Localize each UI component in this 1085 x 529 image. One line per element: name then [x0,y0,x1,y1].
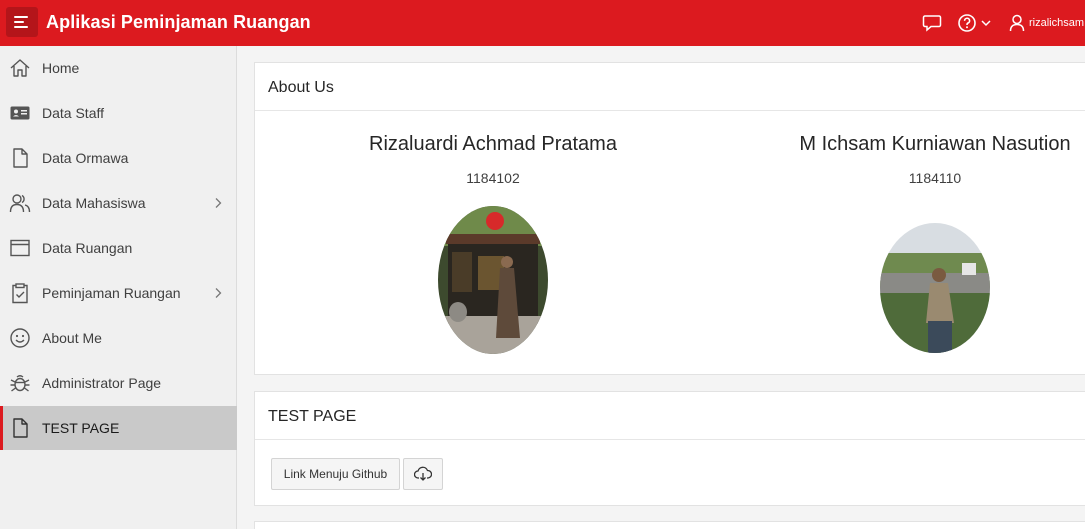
file-icon [13,418,28,438]
sidebar-item-label: Data Staff [42,105,105,121]
person-name: Rizaluardi Achmad Pratama [369,133,617,155]
person-card: Rizaluardi Achmad Pratama 1184102 [343,133,643,186]
sidebar-item-administrator-page[interactable]: Administrator Page [0,361,237,405]
github-link-button[interactable]: Link Menuju Github [271,458,400,490]
person-card: M Ichsam Kurniawan Nasution 1184110 [785,133,1085,186]
app-title[interactable]: Aplikasi Peminjaman Ruangan [46,12,311,33]
bug-icon [10,375,30,392]
sidebar-item-data-mahasiswa[interactable]: Data Mahasiswa [0,181,237,225]
sidebar-item-data-staff[interactable]: Data Staff [0,91,237,135]
top-header: Aplikasi Peminjaman Ruangan rizalichsam [0,0,1085,46]
cloud-download-button[interactable] [403,458,443,490]
sidebar-item-label: Home [42,60,80,76]
id-card-icon [10,106,30,120]
cloud-download-icon [414,466,432,481]
region-title: About Us [268,79,334,96]
person-photo [438,206,548,354]
sidebar-item-about-me[interactable]: About Me [0,316,237,360]
clipboard-icon [12,283,28,304]
user-name: rizalichsam [1029,17,1085,29]
window-icon [10,239,30,257]
region-title: TEST PAGE [268,408,357,425]
chat-icon[interactable] [922,14,942,32]
user-icon [1009,14,1025,32]
sidebar: Home Data Staff Data Ormawa Data Mahasis… [0,46,237,529]
user-menu[interactable]: rizalichsam [1009,13,1084,33]
sidebar-item-label: About Me [42,330,102,346]
sidebar-item-label: Data Mahasiswa [42,195,146,211]
region-header: About Us [255,63,1085,111]
sidebar-item-home[interactable]: Home [0,46,237,90]
sidebar-item-label: TEST PAGE [42,420,120,436]
region-header: TEST PAGE [255,392,1085,440]
sidebar-item-data-ormawa[interactable]: Data Ormawa [0,136,237,180]
sidebar-item-label: Administrator Page [42,375,162,391]
sidebar-item-label: Data Ormawa [42,150,129,166]
sidebar-item-label: Peminjaman Ruangan [42,285,181,301]
home-icon [10,59,30,77]
sidebar-item-test-page[interactable]: TEST PAGE [0,406,237,450]
bottom-region [254,521,1085,529]
test-page-region: TEST PAGE Link Menuju Github [254,391,1085,506]
person-photo [880,223,990,353]
about-us-region: About Us Rizaluardi Achmad Pratama 11841… [254,62,1085,375]
users-icon [9,194,31,213]
person-name: M Ichsam Kurniawan Nasution [799,133,1071,155]
help-icon[interactable] [958,13,992,33]
chevron-right-icon[interactable] [213,197,223,209]
menu-toggle-button[interactable] [6,7,38,37]
file-icon [13,148,28,168]
person-id: 1184102 [466,170,520,186]
person-id: 1184110 [908,170,962,186]
sidebar-item-label: Data Ruangan [42,240,133,256]
chevron-right-icon[interactable] [213,287,223,299]
smile-icon [10,328,30,348]
sidebar-item-peminjaman-ruangan[interactable]: Peminjaman Ruangan [0,271,237,315]
sidebar-item-data-ruangan[interactable]: Data Ruangan [0,226,237,270]
